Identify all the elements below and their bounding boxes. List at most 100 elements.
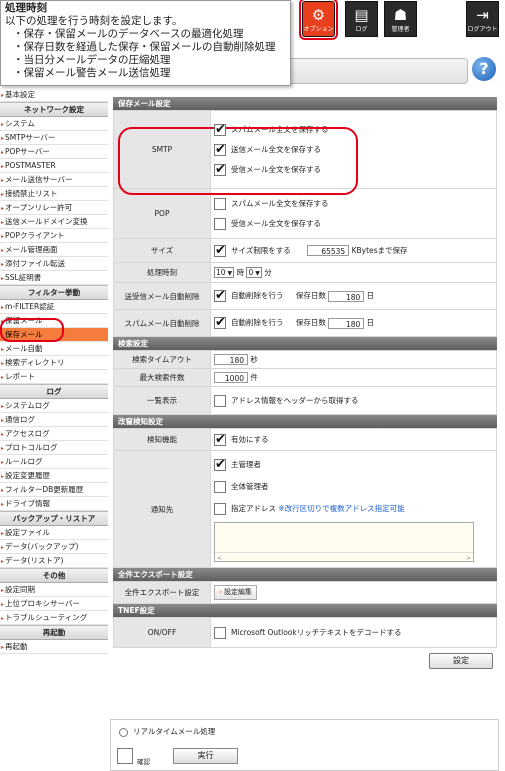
sidebar-item[interactable]: ▸検索ディレクトリ: [0, 356, 108, 370]
sidebar-item[interactable]: ▸設定同期: [0, 583, 108, 597]
address-textarea[interactable]: < >: [214, 521, 474, 562]
checkbox[interactable]: [214, 217, 226, 230]
detect-label: 検知機能: [113, 428, 211, 451]
sidebar-item-basic[interactable]: ▸基本設定: [0, 88, 108, 102]
sidebar-item[interactable]: ▸通信ログ: [0, 413, 108, 427]
log-button[interactable]: ▤ ログ: [345, 1, 378, 37]
sidebar-item[interactable]: ▸システムログ: [0, 399, 108, 413]
pop-option[interactable]: スパムメール全文を保存する: [214, 194, 496, 214]
sidebar-item[interactable]: ▸メール自動: [0, 342, 108, 356]
export-label: 全件エクスポート設定: [113, 581, 211, 604]
sidebar-item[interactable]: ▸上位プロキシサーバー: [0, 597, 108, 611]
sidebar-item[interactable]: ▸POSTMASTER: [0, 159, 108, 173]
sidebar-item[interactable]: ▸データ(リストア): [0, 554, 108, 568]
sidebar-item[interactable]: ▸ドライブ情報: [0, 497, 108, 511]
sidebar-item[interactable]: ▸データ(バックアップ): [0, 540, 108, 554]
realtime-radio-row[interactable]: リアルタイムメール処理: [119, 726, 215, 737]
sidebar-item[interactable]: ▸接続禁止リスト: [0, 187, 108, 201]
smtp-option[interactable]: スパムメール全文を保存する: [214, 120, 496, 140]
sidebar-item-label: POPクライアント: [5, 231, 65, 240]
confirm-checkbox[interactable]: [117, 748, 133, 764]
sidebar-item[interactable]: ▸トラブルシューティング: [0, 611, 108, 625]
sidebar-item[interactable]: ▸m-FILTER認証: [0, 300, 108, 314]
smtp-option[interactable]: 送信メール全文を保存する: [214, 140, 496, 160]
chevron-down-icon: ▼: [255, 270, 260, 278]
header-bar-field[interactable]: [286, 58, 468, 84]
hour-select[interactable]: 10 ▼: [214, 267, 235, 279]
sidebar-item[interactable]: ▸送信メールドメイン変換: [0, 215, 108, 229]
max-results-input[interactable]: 1000: [214, 372, 248, 384]
smtp-option[interactable]: 受信メール全文を保存する: [214, 160, 496, 180]
size-limit-input[interactable]: 65535: [307, 245, 350, 256]
checkbox[interactable]: [214, 141, 226, 159]
sidebar-item[interactable]: ▸メール送信サーバー: [0, 173, 108, 187]
edit-settings-button[interactable]: › 設定編集: [214, 585, 258, 600]
checkbox[interactable]: [214, 456, 226, 474]
checkbox[interactable]: [214, 121, 226, 139]
size-limit-checkbox[interactable]: [214, 242, 226, 260]
sidebar-item-label: 保留メール: [5, 316, 43, 325]
confirm-label: 確認: [137, 758, 150, 766]
sidebar-item[interactable]: ▸アクセスログ: [0, 427, 108, 441]
minute-select[interactable]: 0 ▼: [246, 267, 262, 279]
arrow-icon: ›: [219, 588, 222, 596]
scrollbar[interactable]: < >: [215, 551, 473, 562]
help-icon[interactable]: ?: [472, 57, 496, 81]
header-address-text: アドレス情報をヘッダーから取得する: [231, 395, 359, 405]
sidebar-item[interactable]: ▸メール管理画面: [0, 243, 108, 257]
checkbox[interactable]: [214, 197, 226, 210]
sr-days-input[interactable]: 180: [328, 290, 365, 302]
sidebar-item[interactable]: ▸SSL証明書: [0, 271, 108, 285]
chevron-left-icon[interactable]: <: [217, 555, 222, 562]
sidebar-item[interactable]: ▸POPサーバー: [0, 145, 108, 159]
sidebar-item-label: 接続禁止リスト: [5, 189, 58, 198]
sidebar-item[interactable]: ▸ルールログ: [0, 455, 108, 469]
radio[interactable]: [119, 727, 128, 737]
detect-checkbox[interactable]: [214, 431, 226, 449]
timeout-input[interactable]: 180: [214, 354, 248, 366]
logout-button[interactable]: ⇥ ログアウト: [466, 1, 499, 37]
sidebar-item[interactable]: ▸保留メール: [0, 314, 108, 328]
sidebar-item[interactable]: ▸保存メール: [0, 328, 108, 342]
spam-delete-checkbox[interactable]: [214, 314, 226, 332]
notify-option[interactable]: 全体管理者: [214, 476, 496, 498]
arrow-icon: ▸: [1, 247, 5, 254]
sr-delete-checkbox[interactable]: [214, 287, 226, 305]
sidebar-item[interactable]: ▸POPクライアント: [0, 229, 108, 243]
arrow-icon: ▸: [1, 346, 5, 353]
sidebar-item[interactable]: ▸設定変更履歴: [0, 469, 108, 483]
arrow-icon: ▸: [1, 233, 5, 240]
save-bar: 設定: [113, 648, 497, 669]
pop-label: POP: [113, 188, 211, 239]
spam-days-input[interactable]: 180: [328, 317, 365, 329]
checkbox[interactable]: [214, 502, 226, 515]
notify-option[interactable]: 主管理者: [214, 454, 496, 476]
tnef-checkbox[interactable]: [214, 626, 226, 639]
chevron-right-icon[interactable]: >: [466, 555, 471, 562]
pop-option[interactable]: 受信メール全文を保存する: [214, 214, 496, 234]
size-label: サイズ: [113, 238, 211, 263]
sidebar-item-label: レポート: [5, 372, 36, 381]
sidebar-item-label: データ(バックアップ): [5, 542, 79, 551]
sidebar-item[interactable]: ▸SMTPサーバー: [0, 131, 108, 145]
checkbox[interactable]: [214, 161, 226, 179]
save-button[interactable]: 設定: [429, 653, 493, 669]
sidebar-item-label: フィルターDB更新履歴: [5, 485, 84, 494]
checkbox[interactable]: [214, 480, 226, 493]
admin-button[interactable]: ☗ 管理者: [384, 1, 417, 37]
sr-days-unit: 日: [366, 291, 375, 300]
sidebar-item[interactable]: ▸設定ファイル: [0, 526, 108, 540]
sidebar-item[interactable]: ▸オープンリレー許可: [0, 201, 108, 215]
header-address-checkbox[interactable]: [214, 394, 226, 407]
sidebar-item[interactable]: ▸フィルターDB更新履歴: [0, 483, 108, 497]
run-button[interactable]: 実行: [173, 748, 238, 764]
sidebar-item[interactable]: ▸添付ファイル転送: [0, 257, 108, 271]
sidebar-item[interactable]: ▸レポート: [0, 370, 108, 384]
sidebar-item[interactable]: ▸プロトコルログ: [0, 441, 108, 455]
sr-delete-text: 自動削除を行う: [231, 291, 284, 300]
notify-option[interactable]: 指定アドレス ※改行区切りで複数アドレス指定可能: [214, 498, 496, 520]
arrow-icon: ▸: [1, 92, 5, 99]
options-button[interactable]: ⚙ オプション: [299, 0, 338, 40]
sidebar-item[interactable]: ▸システム: [0, 117, 108, 131]
sidebar-item[interactable]: ▸再起動: [0, 640, 108, 654]
